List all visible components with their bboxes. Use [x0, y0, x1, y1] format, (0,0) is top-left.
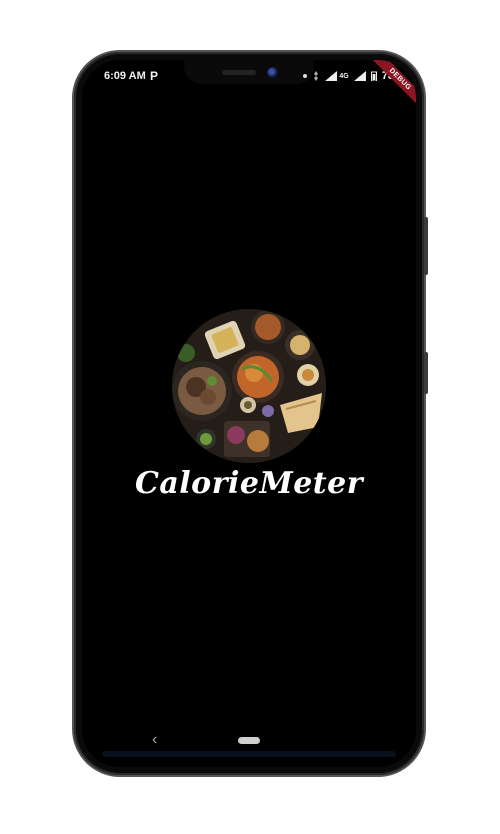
food-platter-icon	[172, 309, 326, 463]
signal-icon	[325, 71, 338, 81]
volume-button	[424, 217, 428, 275]
vibrate-icon	[314, 71, 319, 81]
phone-frame: 6:09 AM P 4G DEBUG CalorieMeter ‹	[74, 52, 428, 775]
signal-icon	[353, 71, 366, 81]
debug-banner: DEBUG	[367, 60, 416, 112]
bottom-edge-glow	[102, 751, 396, 757]
app-name-title: CalorieMeter	[134, 466, 364, 501]
status-icons: 4G 78	[303, 70, 394, 82]
phone-screen-bezel: 6:09 AM P 4G DEBUG CalorieMeter ‹	[82, 60, 416, 767]
speaker-grille	[222, 70, 256, 75]
battery-icon	[370, 71, 377, 81]
back-icon[interactable]: ‹	[152, 731, 157, 749]
food-logo-image	[172, 309, 326, 463]
notification-dot	[303, 74, 308, 78]
front-camera	[267, 67, 279, 79]
app-screen: 6:09 AM P 4G DEBUG CalorieMeter ‹	[82, 60, 416, 767]
home-pill-button[interactable]	[238, 737, 260, 744]
parking-app-indicator: P	[150, 69, 159, 83]
status-bar: 6:09 AM P 4G DEBUG	[82, 60, 416, 112]
system-nav-bar: ‹	[82, 723, 416, 767]
network-label: 4G	[339, 72, 349, 80]
power-button	[424, 352, 428, 394]
status-time: 6:09 AM	[104, 70, 146, 82]
camera-notch	[184, 60, 314, 84]
